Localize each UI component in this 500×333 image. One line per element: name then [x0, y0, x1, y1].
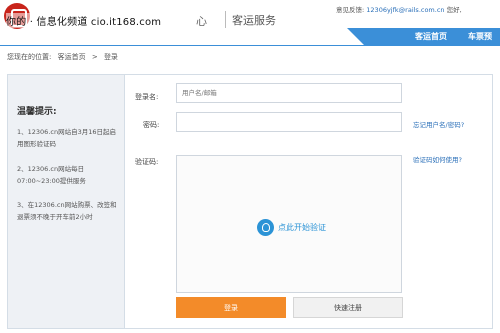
feedback-info: 意见反馈: 12306yjfk@rails.com.cn 您好, — [336, 4, 462, 14]
header-underline — [0, 45, 500, 46]
source-watermark: 你的 · 信息化频道 cio.it168.com — [6, 13, 162, 28]
breadcrumb-prefix: 您现在的位置: — [7, 53, 52, 61]
breadcrumb-current: 登录 — [103, 53, 118, 61]
captcha-help-link[interactable]: 验证码如何使用? — [413, 154, 462, 164]
brand-tail-text: 心 — [196, 15, 207, 28]
site-header: 你的 · 信息化频道 cio.it168.com 心 客运服务 意见反馈: 12… — [0, 0, 500, 46]
breadcrumb: 您现在的位置: 客运首页 > 登录 — [7, 52, 122, 62]
nav-item-home[interactable]: 客运首页 — [415, 31, 447, 42]
verify-icon[interactable] — [257, 219, 274, 236]
tip-item: 1、12306.cn网站自3月16日起启用图形验证码 — [17, 128, 116, 148]
breadcrumb-separator: > — [91, 53, 98, 61]
tip-item: 2、12306.cn网站每日07:00~23:00提供服务 — [17, 165, 86, 185]
tips-sidebar: 温馨提示: 1、12306.cn网站自3月16日起启用图形验证码 2、12306… — [8, 75, 125, 328]
start-verify-link[interactable]: 点此开始验证 — [278, 222, 326, 233]
feedback-email-link[interactable]: 12306yjfk@rails.com.cn — [366, 6, 444, 14]
login-panel: 温馨提示: 1、12306.cn网站自3月16日起启用图形验证码 2、12306… — [7, 74, 493, 329]
username-input[interactable] — [176, 83, 402, 103]
quick-register-button[interactable]: 快速注册 — [293, 297, 403, 318]
login-button[interactable]: 登录 — [176, 297, 286, 318]
nav-item-ticket[interactable]: 车票预 — [468, 31, 492, 42]
forgot-password-link[interactable]: 忘记用户名/密码? — [413, 119, 464, 129]
tips-title: 温馨提示: — [17, 107, 57, 117]
top-nav: 客运首页 车票预 — [347, 28, 500, 46]
captcha-label: 验证码: — [135, 158, 159, 166]
service-title: 客运服务 — [232, 14, 276, 27]
feedback-label: 意见反馈: — [336, 6, 365, 14]
captcha-box[interactable]: 点此开始验证 — [176, 155, 402, 293]
header-divider — [225, 11, 226, 28]
tip-item: 3、在12306.cn网站购票、改签和退票须不晚于开车前2小时 — [17, 201, 117, 221]
greeting-text: 您好, — [446, 6, 462, 14]
password-input[interactable] — [176, 112, 402, 132]
username-label: 登录名: — [135, 93, 159, 101]
breadcrumb-home-link[interactable]: 客运首页 — [58, 53, 86, 61]
login-page: 你的 · 信息化频道 cio.it168.com 心 客运服务 意见反馈: 12… — [0, 0, 500, 333]
password-label: 密码: — [143, 121, 160, 129]
